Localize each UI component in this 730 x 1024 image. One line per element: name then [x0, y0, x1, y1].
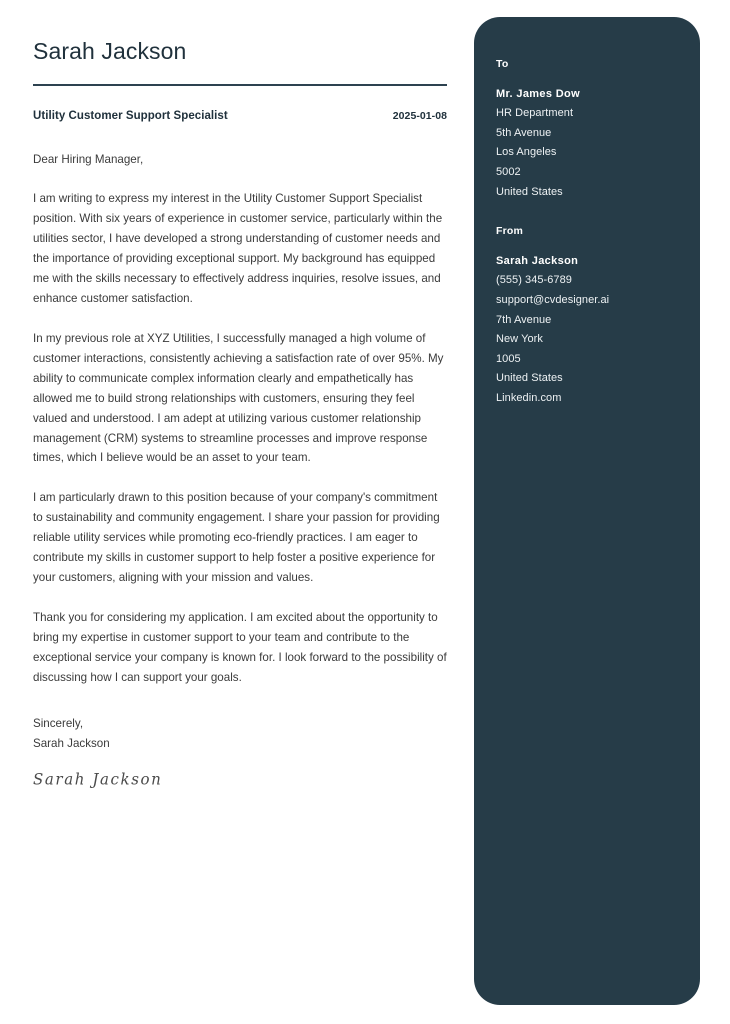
from-section: From Sarah Jackson (555) 345-6789 suppor…: [496, 224, 700, 408]
sender-city: New York: [496, 333, 543, 346]
closing-phrase: Sincerely,: [33, 716, 84, 730]
salutation: Dear Hiring Manager,: [33, 153, 144, 167]
letter-content: Sarah Jackson Utility Customer Support S…: [33, 0, 447, 788]
from-address-block: Sarah Jackson (555) 345-6789 support@cvd…: [496, 252, 700, 409]
to-address-block: Mr. James Dow HR Department 5th Avenue L…: [496, 85, 700, 202]
sender-country: United States: [496, 372, 563, 385]
sender-linkedin-link[interactable]: Linkedin.com: [496, 389, 700, 409]
sender-name: Sarah Jackson: [496, 254, 579, 267]
sender-street: 7th Avenue: [496, 313, 552, 326]
signature: Sarah Jackson: [33, 768, 163, 789]
recipient-city: Los Angeles: [496, 146, 557, 159]
body-paragraph-4: Thank you for considering my application…: [33, 611, 447, 684]
from-heading: From: [496, 225, 524, 238]
title-date-row: Utility Customer Support Specialist 2025…: [33, 110, 447, 122]
closing-name: Sarah Jackson: [33, 736, 110, 750]
job-title: Utility Customer Support Specialist: [33, 110, 228, 123]
letter-date: 2025-01-08: [392, 110, 447, 123]
body-paragraph-3: I am particularly drawn to this position…: [33, 491, 440, 585]
body-paragraph-1: I am writing to express my interest in t…: [33, 192, 443, 305]
cover-letter-page: Sarah Jackson Utility Customer Support S…: [0, 0, 730, 1024]
contact-sidebar: To Mr. James Dow HR Department 5th Avenu…: [474, 17, 700, 1005]
sender-phone[interactable]: (555) 345-6789: [496, 271, 700, 291]
sender-email[interactable]: support@cvdesigner.ai: [496, 291, 700, 311]
recipient-department: HR Department: [496, 107, 574, 120]
sender-postal-code: 1005: [496, 352, 521, 365]
recipient-country: United States: [496, 185, 563, 198]
page-title: Sarah Jackson: [33, 38, 187, 64]
recipient-postal-code: 5002: [496, 166, 521, 178]
recipient-name: Mr. James Dow: [496, 87, 581, 100]
body-paragraph-2: In my previous role at XYZ Utilities, I …: [33, 331, 444, 465]
closing-block: Sincerely, Sarah Jackson: [33, 714, 447, 754]
recipient-street: 5th Avenue: [496, 126, 552, 139]
header-divider: [33, 83, 447, 87]
to-heading: To: [496, 58, 509, 70]
